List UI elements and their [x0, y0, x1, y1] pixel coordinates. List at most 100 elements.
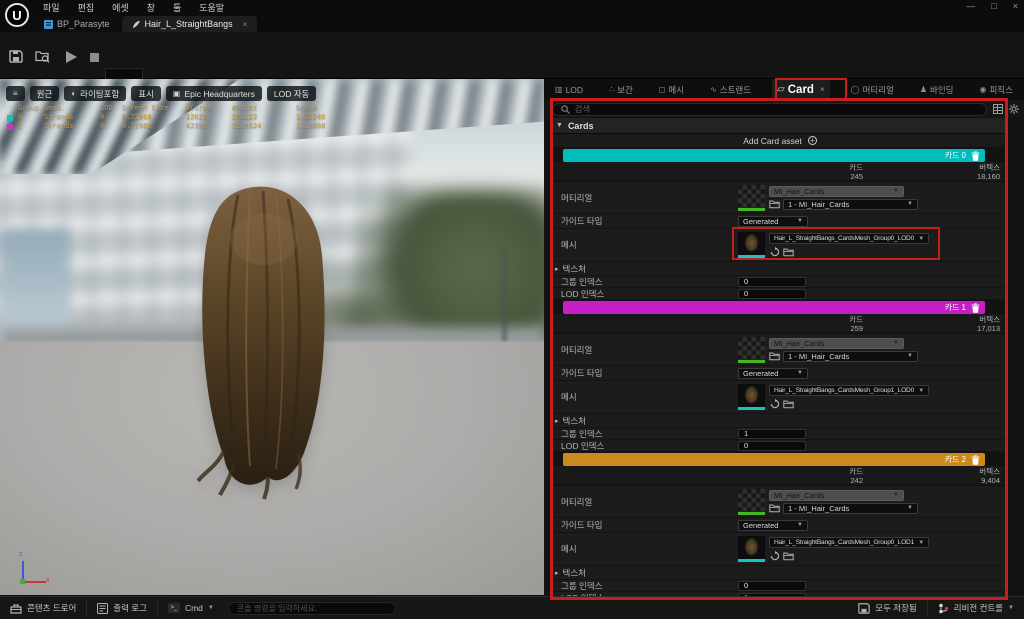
chevron-down-icon: ▼	[893, 492, 899, 498]
use-selected-asset-icon[interactable]	[769, 550, 780, 561]
material-thumbnail[interactable]	[738, 337, 765, 363]
use-selected-asset-icon[interactable]	[769, 246, 780, 257]
menu-item-1[interactable]: 편집	[69, 1, 104, 14]
browse-mesh-icon[interactable]	[783, 398, 794, 409]
tab-close-icon[interactable]: ×	[243, 20, 248, 29]
tab-lod[interactable]: ▥LOD	[550, 79, 588, 100]
stop-simulation-button[interactable]	[90, 53, 99, 62]
close-button[interactable]: ×	[1013, 1, 1018, 11]
settings-gear-icon[interactable]	[1008, 104, 1019, 115]
revision-control-button[interactable]: 리비전 컨트롤 ▼	[928, 597, 1024, 619]
tab-binding[interactable]: ♟바인딩	[915, 79, 959, 100]
stats-cell: Strands	[44, 113, 100, 122]
browse-to-asset-icon[interactable]	[34, 48, 50, 64]
viewport-3d[interactable]: ≡ 원근 ◐라이팅포함 표시 ▣Epic Headquarters LOD 자동 Grou…	[0, 79, 544, 595]
mesh-thumbnail[interactable]	[738, 384, 765, 410]
material-value: MI_Hair_Cards▼ 1 - MI_Hair_Cards▼	[738, 337, 1008, 363]
mesh-asset-dropdown[interactable]: Hair_L_StraightBangs_CardsMesh_Group0_LO…	[769, 233, 929, 244]
card-header-bar[interactable]: 카드 1	[563, 301, 985, 314]
camera-preview-button[interactable]: ▣Epic Headquarters	[166, 86, 262, 101]
unreal-logo-icon[interactable]: U	[5, 3, 29, 27]
stats-header-cell: Group	[18, 104, 44, 113]
all-saved-button[interactable]: 모두 저장됨	[848, 597, 926, 619]
perspective-button[interactable]: 원근	[30, 86, 60, 101]
group-index-row: 그룹 인덱스0	[552, 276, 1008, 288]
mesh-asset-dropdown[interactable]: Hair_L_StraightBangs_CardsMesh_Group0_LO…	[769, 537, 929, 548]
browse-material-icon[interactable]	[769, 503, 780, 514]
tab-strands[interactable]: ∿스트랜드	[705, 79, 756, 100]
group-index-input[interactable]: 0	[738, 277, 806, 287]
material-thumbnail[interactable]	[738, 185, 765, 211]
browse-material-icon[interactable]	[769, 199, 780, 210]
textures-label: 텍스처	[563, 415, 586, 427]
add-card-asset-button[interactable]: Add Card asset +	[552, 134, 1008, 148]
material-asset-dropdown[interactable]: MI_Hair_Cards▼	[769, 338, 904, 349]
lod-index-input[interactable]: 0	[738, 441, 806, 451]
mesh-thumbnail[interactable]	[738, 232, 765, 258]
display-grid-icon[interactable]	[992, 104, 1003, 115]
tab-material[interactable]: ◯머티리얼	[846, 79, 899, 100]
console-command-box[interactable]	[228, 602, 396, 615]
cards-section-header[interactable]: ▼ Cards	[552, 118, 1008, 134]
tab-card[interactable]: ▱Card×	[772, 79, 830, 100]
material-slot-dropdown[interactable]: 1 - MI_Hair_Cards▼	[783, 503, 918, 514]
use-selected-asset-icon[interactable]	[769, 398, 780, 409]
hair-groom-model[interactable]	[168, 181, 344, 501]
search-input[interactable]	[575, 104, 979, 114]
group-index-input[interactable]: 0	[738, 581, 806, 591]
tab-hair-l-straightbangs[interactable]: Hair_L_StraightBangs ×	[122, 16, 258, 32]
material-slot-dropdown[interactable]: 1 - MI_Hair_Cards▼	[783, 199, 918, 210]
content-drawer-button[interactable]: 콘텐츠 드로어	[0, 597, 86, 619]
expand-caret-icon[interactable]: ▸	[555, 569, 559, 577]
menu-item-5[interactable]: 도움말	[190, 1, 233, 14]
mesh-thumbnail[interactable]	[738, 536, 765, 562]
guide-type-dropdown-value: Generated	[743, 369, 778, 378]
save-icon[interactable]	[8, 48, 24, 64]
menu-item-2[interactable]: 에셋	[103, 1, 138, 14]
group-index-input[interactable]: 1	[738, 429, 806, 439]
tab-close-icon[interactable]: ×	[820, 85, 825, 94]
search-box[interactable]	[552, 103, 987, 116]
card-count-value: 245	[552, 172, 863, 181]
tab-mesh-label: 메시	[668, 84, 684, 96]
tab-bp-parasyte[interactable]: BP_Parasyte	[34, 16, 120, 32]
delete-card-icon[interactable]	[971, 303, 980, 313]
menu-item-3[interactable]: 창	[138, 1, 164, 14]
mesh-asset-dropdown-value: Hair_L_StraightBangs_CardsMesh_Group1_LO…	[774, 387, 914, 394]
material-asset-dropdown[interactable]: MI_Hair_Cards▼	[769, 186, 904, 197]
vertex-count-value: 9,404	[863, 476, 1000, 485]
material-slot-dropdown[interactable]: 1 - MI_Hair_Cards▼	[783, 351, 918, 362]
console-command-input[interactable]	[237, 604, 387, 613]
delete-card-icon[interactable]	[971, 455, 980, 465]
guide-type-dropdown[interactable]: Generated▼	[738, 216, 808, 227]
tab-mesh[interactable]: ◻메시	[654, 79, 689, 100]
lit-mode-button[interactable]: ◐라이팅포함	[64, 86, 126, 101]
delete-card-icon[interactable]	[971, 151, 980, 161]
lod-index-input[interactable]: 0	[738, 289, 806, 299]
card-header-bar[interactable]: 카드 2	[563, 453, 985, 466]
tab-interpolation[interactable]: ∴보간	[604, 79, 638, 100]
mesh-asset-dropdown[interactable]: Hair_L_StraightBangs_CardsMesh_Group1_LO…	[769, 385, 929, 396]
material-thumbnail[interactable]	[738, 489, 765, 515]
browse-material-icon[interactable]	[769, 351, 780, 362]
guide-type-dropdown[interactable]: Generated▼	[738, 368, 808, 379]
minimize-button[interactable]: —	[966, 1, 975, 11]
lod-auto-button[interactable]: LOD 자동	[267, 86, 316, 101]
menu-item-0[interactable]: 파일	[34, 1, 69, 14]
cmd-dropdown[interactable]: >_ Cmd ▼	[158, 597, 224, 619]
viewport-options-menu-button[interactable]: ≡	[6, 86, 25, 101]
maximize-button[interactable]: □	[991, 1, 996, 11]
tab-physics[interactable]: ◉피직스	[975, 79, 1018, 100]
browse-mesh-icon[interactable]	[783, 246, 794, 257]
details-scroll-area[interactable]: ▼ Cards Add Card asset + 카드 0카드245버텍스18,…	[552, 118, 1008, 596]
show-flags-button[interactable]: 표시	[131, 86, 161, 101]
material-asset-dropdown[interactable]: MI_Hair_Cards▼	[769, 490, 904, 501]
expand-caret-icon[interactable]: ▸	[555, 417, 559, 425]
expand-caret-icon[interactable]: ▸	[555, 265, 559, 273]
menu-item-4[interactable]: 툴	[164, 1, 190, 14]
output-log-button[interactable]: 출력 로그	[87, 597, 157, 619]
play-simulation-button[interactable]	[66, 51, 77, 63]
guide-type-dropdown[interactable]: Generated▼	[738, 520, 808, 531]
browse-mesh-icon[interactable]	[783, 550, 794, 561]
card-header-bar[interactable]: 카드 0	[563, 149, 985, 162]
